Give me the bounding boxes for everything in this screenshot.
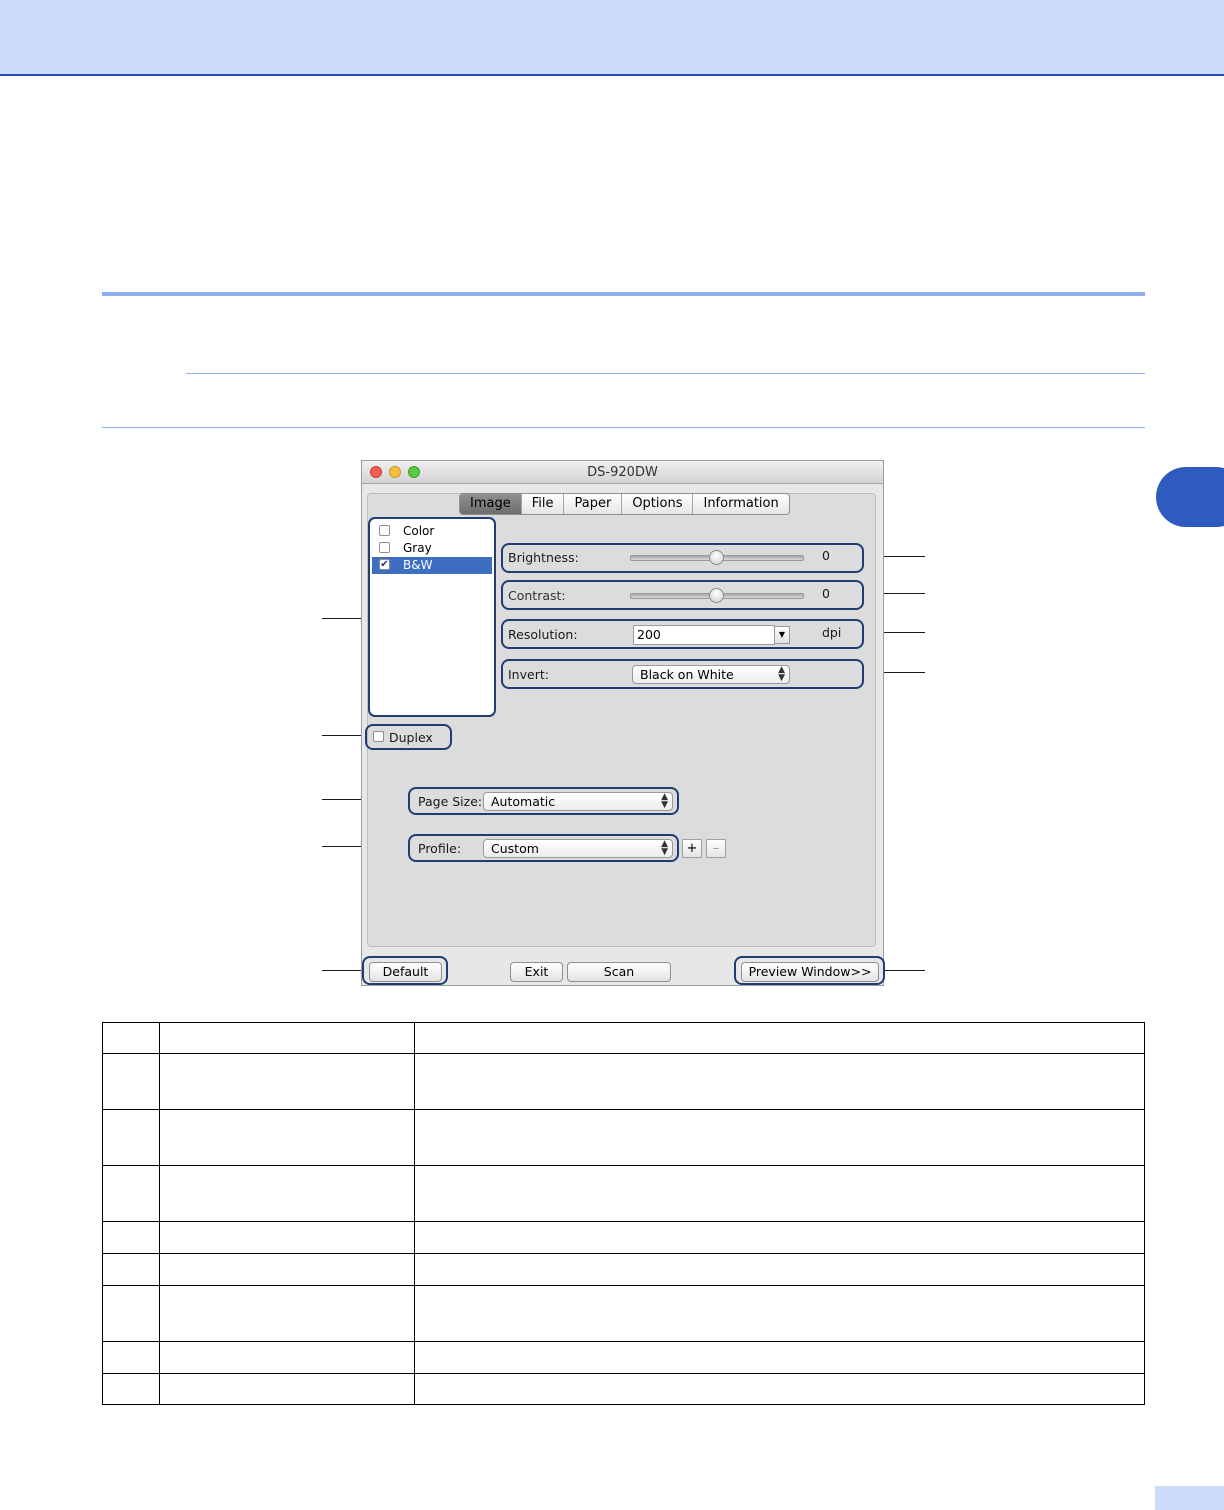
- color-mode-label: B&W: [403, 558, 433, 572]
- subsection-rule: [186, 373, 1145, 374]
- table-row: [102, 1221, 1145, 1254]
- section-rule: [102, 292, 1145, 296]
- table-row: [102, 1373, 1145, 1405]
- table-row: [102, 1165, 1145, 1222]
- table-row: [102, 1253, 1145, 1286]
- updown-arrows-icon: ▲ ▼: [661, 792, 668, 810]
- tab-bar: Image File Paper Options Information: [459, 493, 790, 515]
- triangle-down-icon: ▼: [778, 630, 786, 639]
- color-mode-color[interactable]: Color: [372, 523, 492, 540]
- preview-window-button[interactable]: Preview Window>>: [741, 962, 879, 982]
- remove-profile-button[interactable]: –: [706, 839, 726, 858]
- scan-button[interactable]: Scan: [567, 962, 671, 982]
- brightness-slider-knob[interactable]: [709, 550, 724, 565]
- table-row: [102, 1053, 1145, 1110]
- checkmark-icon: ✔: [380, 559, 389, 570]
- color-mode-checkbox[interactable]: [379, 542, 390, 553]
- invert-value: Black on White: [640, 667, 734, 682]
- window-title: DS-920DW: [587, 465, 658, 480]
- callout-line: [884, 970, 925, 971]
- table-row: [102, 1109, 1145, 1166]
- brightness-label: Brightness:: [508, 550, 579, 565]
- chapter-tab: [1156, 467, 1224, 527]
- page-number-tab: [1155, 1486, 1224, 1510]
- color-mode-label: Gray: [403, 541, 432, 555]
- resolution-dropdown-button[interactable]: ▼: [774, 626, 790, 644]
- header-band: [0, 0, 1224, 76]
- color-mode-checkbox[interactable]: [379, 525, 390, 536]
- contrast-slider-knob[interactable]: [709, 588, 724, 603]
- default-button[interactable]: Default: [369, 962, 442, 982]
- brightness-value: 0: [822, 548, 830, 563]
- tab-image[interactable]: Image: [460, 494, 522, 514]
- color-mode-bw[interactable]: ✔ B&W: [372, 557, 492, 574]
- invert-label: Invert:: [508, 667, 549, 682]
- resolution-input[interactable]: 200: [633, 625, 775, 645]
- duplex-checkbox[interactable]: [373, 731, 384, 742]
- tab-file[interactable]: File: [522, 494, 565, 514]
- callout-line: [322, 735, 364, 736]
- tab-information[interactable]: Information: [693, 494, 788, 514]
- table-row: [102, 1341, 1145, 1374]
- page-size-popup[interactable]: Automatic ▲ ▼: [483, 792, 673, 811]
- updown-arrows-icon: ▲ ▼: [778, 665, 785, 683]
- color-mode-gray[interactable]: Gray: [372, 540, 492, 557]
- resolution-unit: dpi: [822, 625, 842, 640]
- callout-line: [322, 618, 362, 619]
- contrast-value: 0: [822, 586, 830, 601]
- tab-paper[interactable]: Paper: [564, 494, 623, 514]
- profile-value: Custom: [491, 841, 539, 856]
- callout-legend-table: [102, 1022, 1145, 1405]
- section-rule-bottom: [102, 427, 1145, 428]
- title-bar: DS-920DW: [362, 461, 883, 484]
- callout-line: [322, 970, 364, 971]
- table-row: [102, 1285, 1145, 1342]
- tab-options[interactable]: Options: [622, 494, 694, 514]
- duplex-label: Duplex: [389, 730, 433, 745]
- scanner-window: DS-920DW Image File Paper Options Inform…: [361, 460, 885, 986]
- invert-popup[interactable]: Black on White ▲ ▼: [632, 665, 790, 684]
- profile-popup[interactable]: Custom ▲ ▼: [483, 839, 673, 858]
- contrast-label: Contrast:: [508, 588, 566, 603]
- page-size-label: Page Size:: [418, 794, 483, 809]
- table-row: [102, 1022, 1145, 1054]
- updown-arrows-icon: ▲ ▼: [661, 839, 668, 857]
- exit-button[interactable]: Exit: [510, 962, 563, 982]
- color-mode-checkbox[interactable]: ✔: [379, 559, 390, 570]
- profile-label: Profile:: [418, 841, 462, 856]
- page-size-value: Automatic: [491, 794, 556, 809]
- color-mode-list[interactable]: Color Gray ✔ B&W: [368, 517, 496, 717]
- add-profile-button[interactable]: +: [682, 839, 702, 858]
- resolution-label: Resolution:: [508, 627, 578, 642]
- color-mode-label: Color: [403, 524, 435, 538]
